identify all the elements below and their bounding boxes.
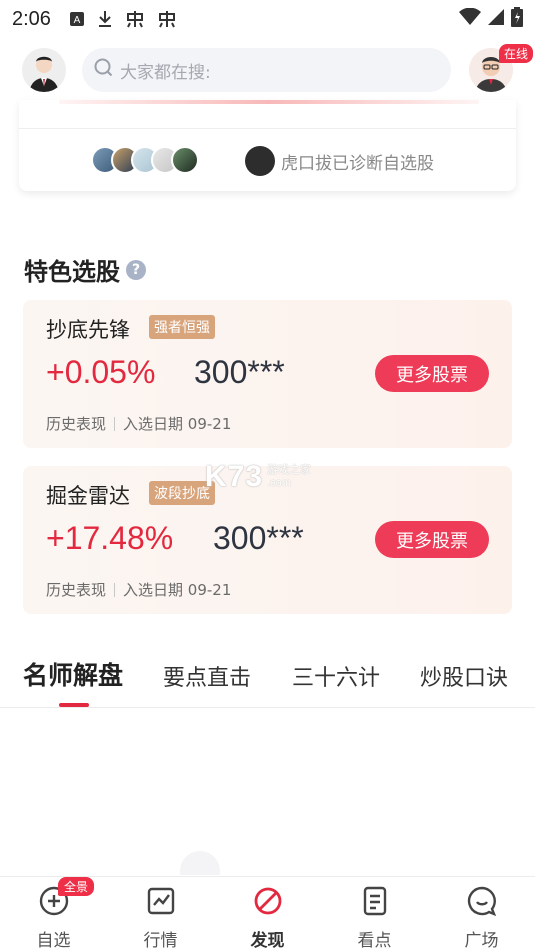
bottom-navigation: 自选 全景 行情 发现 看点 广场 bbox=[0, 876, 535, 952]
nav-discover[interactable]: 发现 bbox=[214, 877, 321, 952]
active-tab-indicator bbox=[59, 703, 89, 707]
content-tabs: 名师解盘 要点直击 三十六计 炒股口诀 bbox=[0, 652, 535, 708]
diagnosis-info[interactable]: 虎口拔已诊断自选股 bbox=[245, 146, 434, 176]
tab-36-strategies[interactable]: 三十六计 bbox=[292, 660, 380, 692]
svg-text:A: A bbox=[74, 15, 81, 26]
app-header: 大家都在搜: 在线 bbox=[0, 38, 535, 102]
stock-pick-card[interactable]: 抄底先锋 强者恒强 +0.05% 300*** 更多股票 历史表现 入选日期 0… bbox=[23, 300, 512, 448]
tab-key-points[interactable]: 要点直击 bbox=[163, 660, 251, 692]
pick-percent: +17.48% bbox=[46, 520, 174, 556]
user-avatar-stack bbox=[91, 146, 199, 174]
pick-meta: 历史表现 入选日期 09-21 bbox=[46, 413, 231, 434]
pick-name: 抄底先锋 bbox=[46, 318, 130, 342]
loading-indicator bbox=[180, 851, 220, 875]
watermark-line2: .com bbox=[267, 477, 291, 489]
app-icon bbox=[157, 9, 177, 29]
history-label[interactable]: 历史表现 bbox=[46, 579, 106, 600]
tab-masters-analysis[interactable]: 名师解盘 bbox=[23, 656, 123, 692]
featured-section-title: 特色选股 ? bbox=[24, 252, 146, 287]
battery-icon bbox=[511, 6, 523, 32]
discover-icon bbox=[252, 885, 284, 922]
app-icon bbox=[125, 9, 145, 29]
watermark-main: K73 bbox=[205, 460, 264, 493]
diagnosis-card: 虎口拔已诊断自选股 bbox=[19, 100, 516, 191]
pick-meta: 历史表现 入选日期 09-21 bbox=[46, 579, 231, 600]
history-label[interactable]: 历史表现 bbox=[46, 413, 106, 434]
a-box-icon: A bbox=[69, 11, 85, 27]
search-placeholder: 大家都在搜: bbox=[120, 62, 211, 83]
pick-code: 300*** bbox=[194, 354, 285, 390]
nav-highlights[interactable]: 看点 bbox=[321, 877, 428, 952]
watermark-sub: 游戏之家 .com bbox=[267, 464, 311, 490]
nav-label: 发现 bbox=[250, 931, 285, 951]
more-stocks-button[interactable]: 更多股票 bbox=[375, 521, 489, 558]
selection-date: 入选日期 09-21 bbox=[123, 581, 232, 599]
status-bar: 2:06 A bbox=[0, 0, 535, 38]
nav-square[interactable]: 广场 bbox=[428, 877, 535, 952]
nav-watchlist[interactable]: 自选 全景 bbox=[0, 877, 107, 952]
nav-badge: 全景 bbox=[58, 877, 95, 896]
divider bbox=[19, 128, 516, 129]
separator bbox=[114, 416, 116, 431]
highlight-bar bbox=[59, 100, 479, 104]
nav-label: 广场 bbox=[464, 931, 499, 951]
search-icon bbox=[94, 58, 114, 83]
user-avatar[interactable] bbox=[22, 48, 66, 92]
separator bbox=[114, 582, 116, 597]
nav-market[interactable]: 行情 bbox=[107, 877, 214, 952]
nav-label: 看点 bbox=[357, 931, 392, 951]
watermark-logo: K73 游戏之家 .com bbox=[205, 460, 311, 494]
diagnosis-text: 虎口拔已诊断自选股 bbox=[281, 153, 434, 174]
pick-code: 300*** bbox=[213, 520, 304, 556]
pick-percent: +0.05% bbox=[46, 354, 156, 390]
pick-name: 掘金雷达 bbox=[46, 484, 130, 508]
tab-trading-tips[interactable]: 炒股口诀 bbox=[420, 660, 508, 692]
online-service-button[interactable]: 在线 bbox=[469, 44, 534, 92]
user-avatar bbox=[245, 146, 275, 176]
document-icon bbox=[359, 885, 391, 922]
chat-icon bbox=[466, 885, 498, 922]
status-time: 2:06 bbox=[12, 7, 51, 30]
selection-date: 入选日期 09-21 bbox=[123, 415, 232, 433]
user-avatar bbox=[171, 146, 199, 174]
signal-icon bbox=[487, 8, 505, 31]
help-icon[interactable]: ? bbox=[126, 259, 146, 280]
section-title-text: 特色选股 bbox=[24, 258, 120, 286]
more-stocks-button[interactable]: 更多股票 bbox=[375, 355, 489, 392]
search-input[interactable]: 大家都在搜: bbox=[82, 48, 451, 92]
wifi-icon bbox=[459, 7, 481, 31]
nav-label: 自选 bbox=[36, 931, 71, 951]
nav-label: 行情 bbox=[143, 931, 178, 951]
chart-icon bbox=[145, 885, 177, 922]
online-badge: 在线 bbox=[499, 44, 534, 63]
watermark-line1: 游戏之家 bbox=[267, 464, 312, 476]
download-icon bbox=[97, 10, 113, 28]
pick-tag: 强者恒强 bbox=[149, 315, 215, 339]
